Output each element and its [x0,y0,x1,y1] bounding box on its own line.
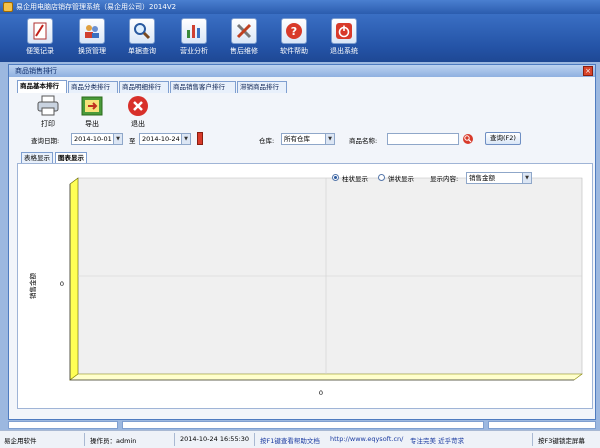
toolbar-repair-label: 售后维修 [230,47,258,55]
content-value: 销售金额 [469,174,495,182]
bar-chart-icon [181,18,207,44]
window-title: 商品销售排行 [15,67,57,75]
product-search-icon[interactable] [463,134,473,144]
window-strip-right [488,421,596,429]
x-tick-label: 0 [319,389,323,397]
query-button[interactable]: 查询(F2) [485,132,521,145]
help-icon: ? [281,18,307,44]
toolbar-exit-button[interactable]: 退出系统 [322,18,366,60]
sales-chart: 0 0 销售金额 [28,177,583,397]
date-clear-icon[interactable] [197,132,203,145]
main-toolbar: 便笺记录 换货管理 单据查询 营业分析 售后维修 ? 软件帮助 退出系统 [0,14,600,62]
toolbar-query-label: 单据查询 [128,47,156,55]
tab-slow-moving-ranking[interactable]: 滞销商品排行 [237,81,287,93]
people-icon [79,18,105,44]
date-to-dropdown-icon[interactable]: ▼ [181,134,190,144]
tools-icon [231,18,257,44]
sales-ranking-window: 商品销售排行 × 商品基本排行 商品分类排行 商品明细排行 商品销售客户排行 滞… [8,64,596,420]
app-logo-icon [3,2,13,12]
y-tick-label: 0 [60,280,64,288]
exit-icon [126,95,150,117]
date-from-field[interactable]: 2014-10-01 ▼ [71,133,123,145]
toolbar-analysis-label: 营业分析 [180,47,208,55]
toolbar-help-label: 软件帮助 [280,47,308,55]
product-label: 商品名称: [349,137,378,145]
status-operator: 操作员：admin [90,437,137,445]
content-label: 显示内容: [430,175,459,183]
query-bar: 查询日期: 2014-10-01 ▼ 至 2014-10-24 ▼ 仓库: 所有… [31,132,591,147]
exit-button[interactable]: 退出 [123,95,153,129]
window-title-bar: 商品销售排行 × [9,65,595,77]
tab-detail-ranking[interactable]: 商品明细排行 [119,81,169,93]
chart-side-wall [69,177,79,381]
power-icon [331,18,357,44]
print-label: 打印 [41,120,55,128]
status-slogan: 专注完美 近乎苛求 [410,437,465,445]
warehouse-label: 仓库: [259,137,275,145]
print-button[interactable]: 打印 [33,95,63,129]
toolbar-exchange-button[interactable]: 换货管理 [70,18,114,60]
warehouse-dropdown-icon[interactable]: ▼ [325,134,334,144]
chart-panel: 0 0 销售金额 柱状显示 饼状显示 显示内容: 销售金额 ▼ [17,163,593,409]
status-bar: 易企用软件 操作员：admin 2014-10-24 16:55:30 按F1键… [0,430,600,448]
pie-radio[interactable] [378,174,385,181]
date-from-value: 2014-10-01 [74,135,112,143]
warehouse-value: 所有仓库 [284,135,310,143]
date-to-value: 2014-10-24 [142,135,180,143]
toolbar-repair-button[interactable]: 售后维修 [222,18,266,60]
printer-icon [36,95,60,117]
toolbar-query-button[interactable]: 单据查询 [120,18,164,60]
pie-option-label: 饼状显示 [388,175,414,183]
date-label: 查询日期: [31,137,60,145]
product-name-input[interactable] [387,133,459,145]
date-to-label: 至 [129,137,136,145]
tab-category-ranking[interactable]: 商品分类排行 [68,81,118,93]
toolbar-analysis-button[interactable]: 营业分析 [172,18,216,60]
export-button[interactable]: 导出 [77,95,107,129]
content-select[interactable]: 销售金额 ▼ [466,172,532,184]
export-icon [80,95,104,117]
app-title: 易企用电脑店销存管理系统（易企用公司）2014V2 [16,3,177,11]
exit-label: 退出 [131,120,145,128]
tab-table-view[interactable]: 表格显示 [21,152,53,163]
bar-radio[interactable] [332,174,339,181]
toolbar-exit-label: 退出系统 [330,47,358,55]
toolbar-notepad-label: 便笺记录 [26,47,54,55]
warehouse-select[interactable]: 所有仓库 ▼ [281,133,335,145]
status-help: 按F1键查看帮助文档 [260,437,320,445]
toolbar-help-button[interactable]: ? 软件帮助 [272,18,316,60]
y-axis-label: 销售金额 [28,273,37,300]
date-to-field[interactable]: 2014-10-24 ▼ [139,133,191,145]
date-from-dropdown-icon[interactable]: ▼ [113,134,122,144]
export-label: 导出 [85,120,99,128]
status-company: 易企用软件 [4,437,37,445]
toolbar-notepad-button[interactable]: 便笺记录 [18,18,62,60]
status-url-link[interactable]: http://www.eqysoft.cn/ [330,435,403,443]
bar-option-label: 柱状显示 [342,175,368,183]
tab-chart-view[interactable]: 图表显示 [55,152,87,163]
window-strip-left [8,421,118,429]
magnifier-icon [129,18,155,44]
toolbar-exchange-label: 换货管理 [78,47,106,55]
chart-floor [69,373,583,381]
window-strip-middle [122,421,484,429]
status-datetime: 2014-10-24 16:55:30 [180,435,250,443]
window-close-button[interactable]: × [583,66,593,76]
app-title-bar: 易企用电脑店销存管理系统（易企用公司）2014V2 [0,0,600,14]
status-lock-hint: 按F3键锁定屏幕 [538,437,585,445]
notepad-icon [27,18,53,44]
svg-text:?: ? [291,25,297,38]
content-dropdown-icon[interactable]: ▼ [522,173,531,183]
chart-options: 柱状显示 饼状显示 显示内容: 销售金额 ▼ [332,172,532,184]
tab-customer-ranking[interactable]: 商品销售客户排行 [170,81,236,93]
tab-basic-ranking[interactable]: 商品基本排行 [17,80,67,93]
